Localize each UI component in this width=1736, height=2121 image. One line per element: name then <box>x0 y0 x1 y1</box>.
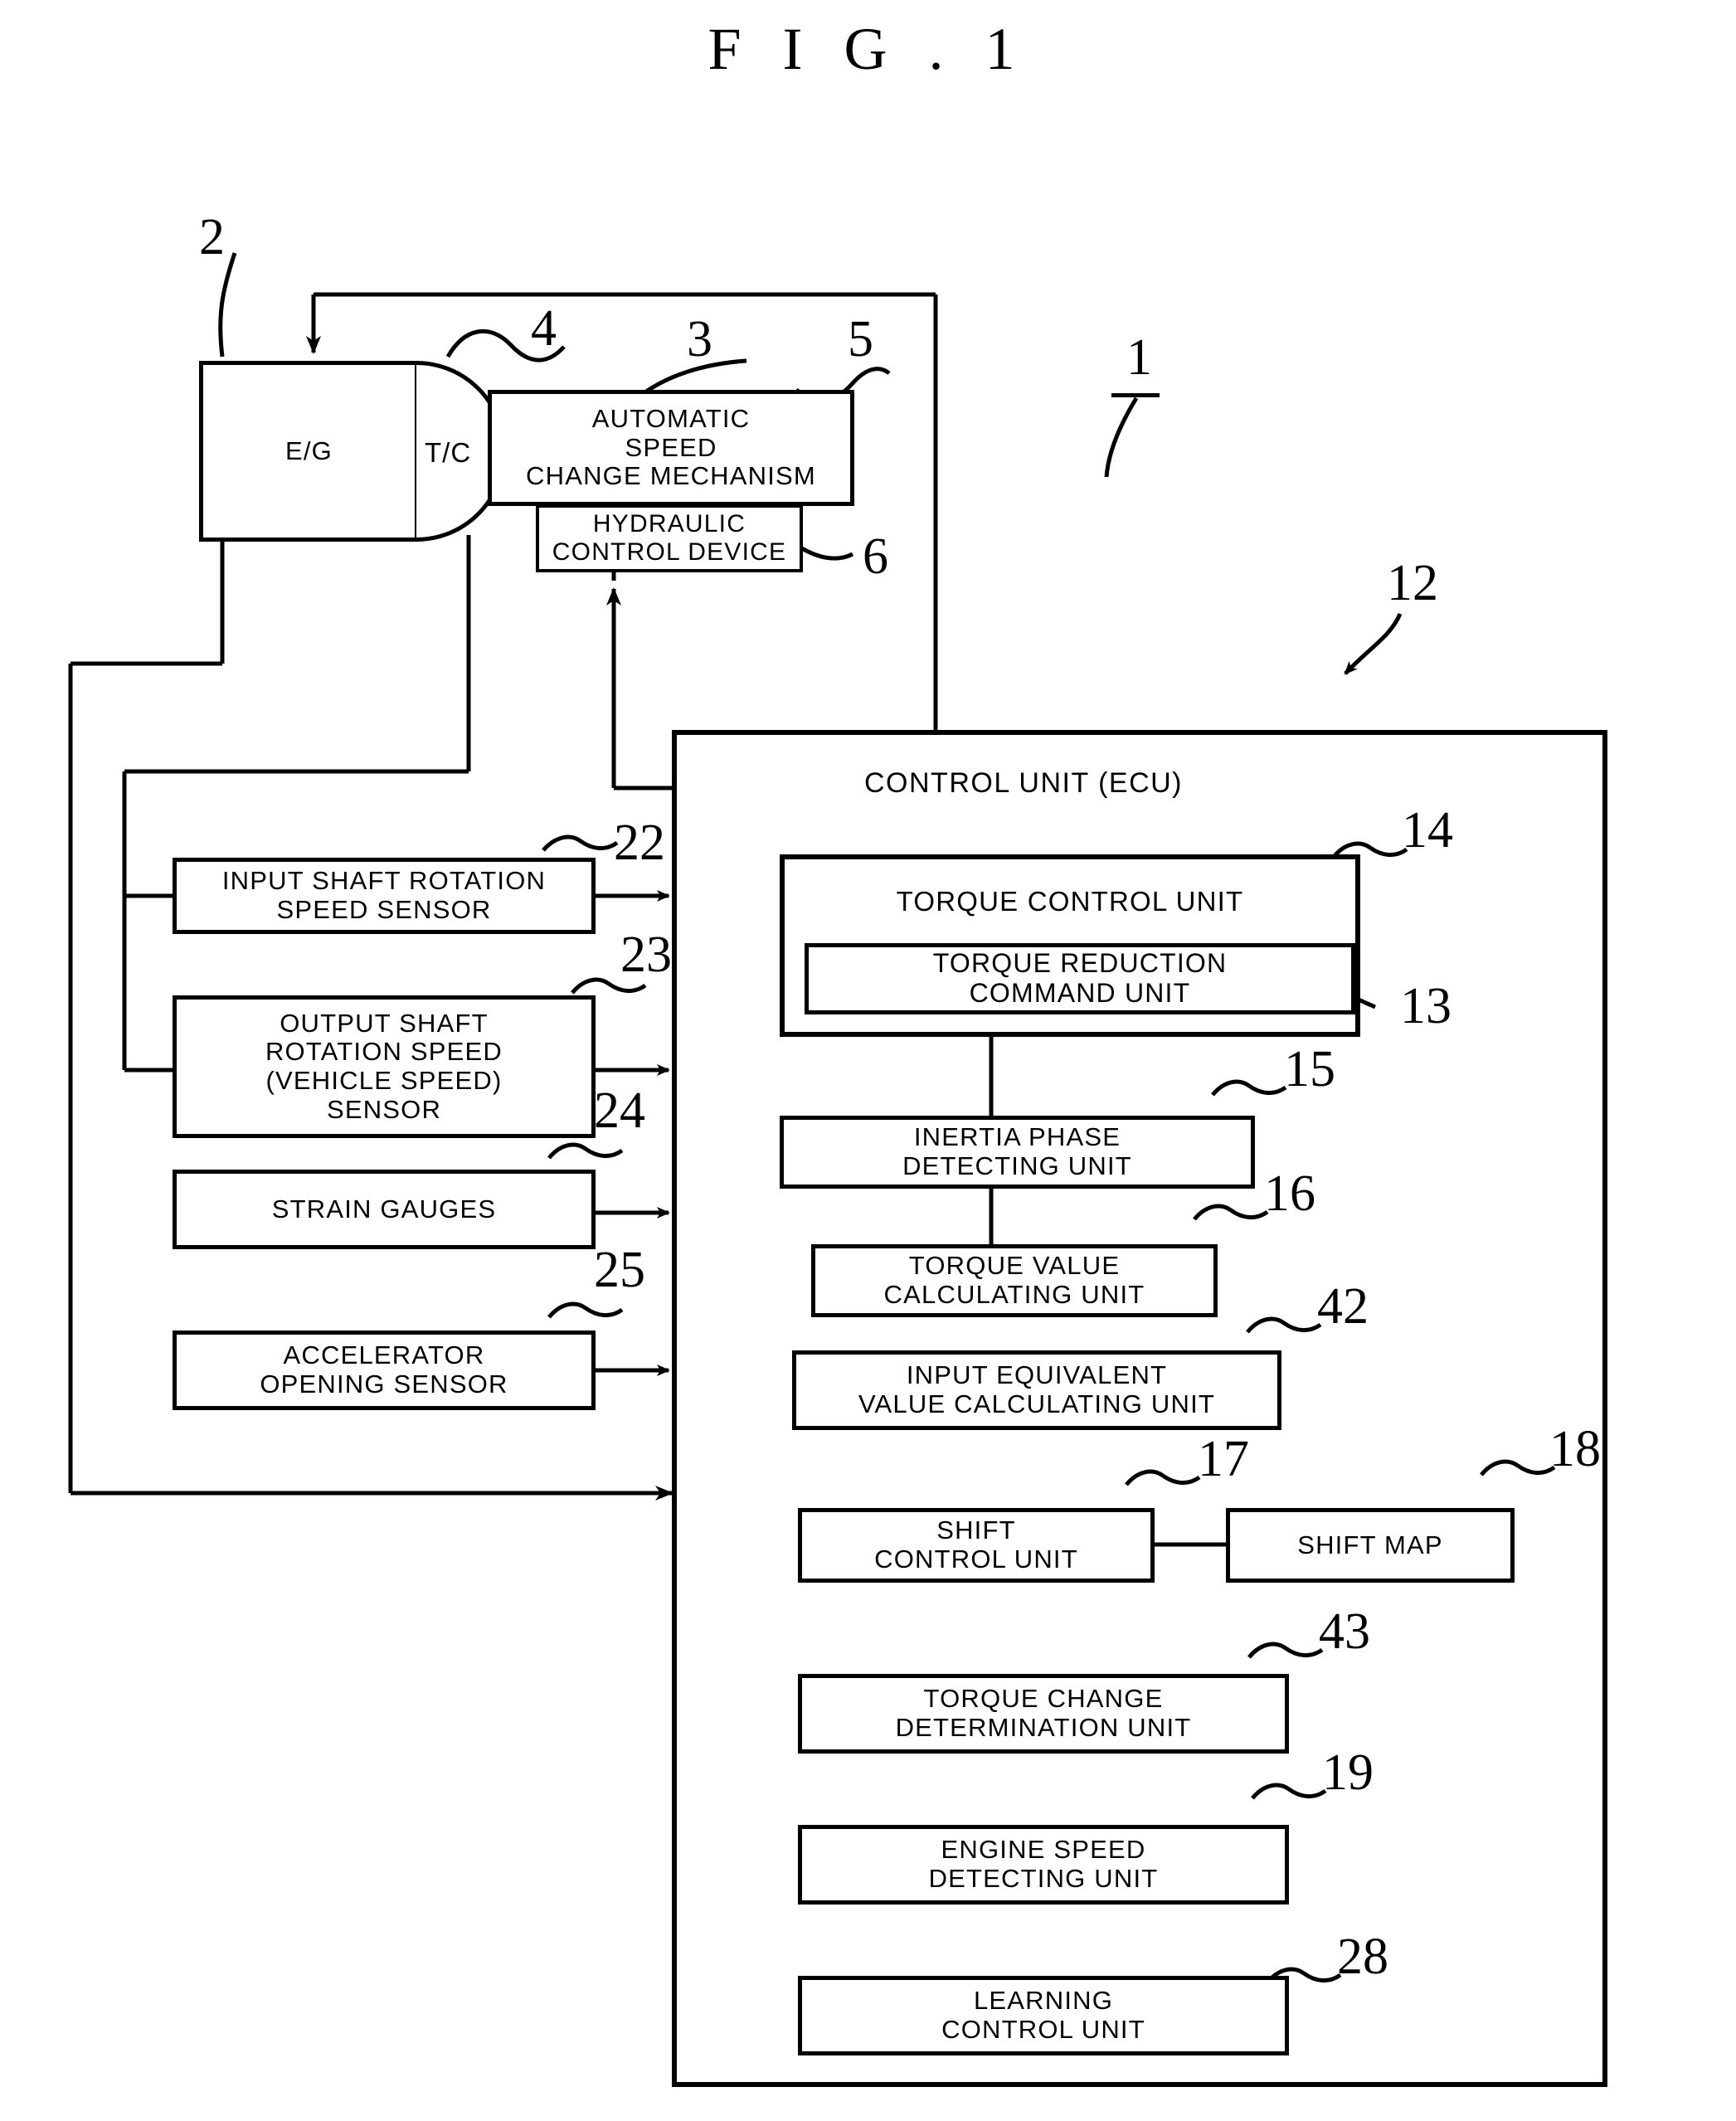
ref-19: 19 <box>1322 1744 1374 1801</box>
ref-4: 4 <box>531 300 557 357</box>
ipdu-line1: INERTIA PHASE <box>913 1122 1121 1152</box>
sensor-1-line4: SENSOR <box>326 1094 442 1124</box>
ref-28: 28 <box>1337 1929 1388 1985</box>
ref-24: 24 <box>594 1082 645 1139</box>
ref-43: 43 <box>1319 1603 1370 1660</box>
hydraulic-line2: CONTROL DEVICE <box>552 538 787 566</box>
sensor-1-line2: ROTATION SPEED <box>265 1037 503 1067</box>
ref-1-underline <box>1111 393 1160 397</box>
patent-figure-page: F I G . 1 E/G T/C AUTOMATIC SPEED CHANGE… <box>0 0 1736 2121</box>
ref-42: 42 <box>1317 1278 1369 1335</box>
shift-map-line1: SHIFT MAP <box>1297 1530 1443 1559</box>
input-equivalent-value-calculating-unit-box: INPUT EQUIVALENT VALUE CALCULATING UNIT <box>792 1350 1281 1430</box>
tcdu-line1: TORQUE CHANGE <box>923 1684 1164 1714</box>
tvcu-line2: CALCULATING UNIT <box>883 1280 1145 1309</box>
torque-control-unit-label: TORQUE CONTROL UNIT <box>896 886 1244 917</box>
torque-change-determination-unit-box: TORQUE CHANGE DETERMINATION UNIT <box>798 1674 1289 1754</box>
engine-label: E/G <box>284 435 333 465</box>
ref-3: 3 <box>687 311 712 367</box>
ref-22: 22 <box>614 815 665 871</box>
ref-2: 2 <box>199 209 225 265</box>
sensor-3-line1: ACCELERATOR <box>283 1340 485 1370</box>
ref-14: 14 <box>1402 802 1453 859</box>
sensor-2-line1: STRAIN GAUGES <box>271 1194 497 1223</box>
tcdu-line2: DETERMINATION UNIT <box>895 1713 1192 1742</box>
engine-speed-detecting-unit-box: ENGINE SPEED DETECTING UNIT <box>798 1825 1289 1905</box>
trcu-line1: TORQUE REDUCTION <box>932 948 1228 979</box>
torque-reduction-command-unit-box: TORQUE REDUCTION COMMAND UNIT <box>805 943 1355 1014</box>
ascm-line2: SPEED <box>625 432 717 462</box>
ascm-line3: CHANGE MECHANISM <box>526 461 816 491</box>
hydraulic-control-device-box: HYDRAULIC CONTROL DEVICE <box>536 504 803 572</box>
accelerator-opening-sensor-box: ACCELERATOR OPENING SENSOR <box>173 1330 596 1410</box>
figure-title: F I G . 1 <box>708 16 1028 82</box>
ref-17: 17 <box>1198 1431 1249 1487</box>
sensor-1-line3: (VEHICLE SPEED) <box>265 1066 503 1095</box>
ref-13: 13 <box>1400 978 1452 1034</box>
hydraulic-line1: HYDRAULIC <box>592 510 746 538</box>
ecu-title: CONTROL UNIT (ECU) <box>864 767 1183 799</box>
scu-line1: SHIFT <box>936 1515 1016 1545</box>
ref-25: 25 <box>594 1242 645 1298</box>
ref-18: 18 <box>1549 1421 1601 1477</box>
lcu-line1: LEARNING <box>973 1986 1114 2016</box>
shift-map-box: SHIFT MAP <box>1226 1508 1515 1583</box>
ref-1: 1 <box>1126 329 1152 386</box>
torque-converter-label: T/C <box>425 437 472 468</box>
output-shaft-rotation-speed-sensor-box: OUTPUT SHAFT ROTATION SPEED (VEHICLE SPE… <box>173 995 596 1138</box>
input-shaft-rotation-speed-sensor-box: INPUT SHAFT ROTATION SPEED SENSOR <box>173 858 596 934</box>
lcu-line2: CONTROL UNIT <box>941 2015 1145 2044</box>
esdu-line2: DETECTING UNIT <box>928 1864 1159 1893</box>
ref-6: 6 <box>863 528 888 585</box>
sensor-3-line2: OPENING SENSOR <box>260 1369 508 1399</box>
esdu-line1: ENGINE SPEED <box>941 1835 1146 1865</box>
engine-box: E/G <box>199 361 419 542</box>
strain-gauges-box: STRAIN GAUGES <box>173 1170 596 1249</box>
ievcu-line2: VALUE CALCULATING UNIT <box>858 1389 1216 1418</box>
trcu-line2: COMMAND UNIT <box>969 978 1191 1008</box>
ref-15: 15 <box>1284 1041 1335 1097</box>
sensor-0-line2: SPEED SENSOR <box>276 895 492 924</box>
ievcu-line1: INPUT EQUIVALENT <box>906 1360 1168 1390</box>
torque-value-calculating-unit-box: TORQUE VALUE CALCULATING UNIT <box>811 1244 1218 1317</box>
learning-control-unit-box: LEARNING CONTROL UNIT <box>798 1976 1289 2055</box>
ref-16: 16 <box>1264 1165 1315 1222</box>
ref-23: 23 <box>620 927 672 983</box>
shift-control-unit-box: SHIFT CONTROL UNIT <box>798 1508 1155 1583</box>
sensor-0-line1: INPUT SHAFT ROTATION <box>221 866 547 896</box>
scu-line2: CONTROL UNIT <box>874 1545 1078 1574</box>
ipdu-line2: DETECTING UNIT <box>902 1151 1132 1180</box>
ref-5: 5 <box>848 311 873 367</box>
ref-12: 12 <box>1387 555 1438 611</box>
ascm-line1: AUTOMATIC <box>591 403 751 433</box>
sensor-1-line1: OUTPUT SHAFT <box>280 1008 489 1038</box>
tvcu-line1: TORQUE VALUE <box>908 1251 1121 1281</box>
automatic-speed-change-mechanism-box: AUTOMATIC SPEED CHANGE MECHANISM <box>488 390 854 506</box>
inertia-phase-detecting-unit-box: INERTIA PHASE DETECTING UNIT <box>780 1116 1255 1189</box>
